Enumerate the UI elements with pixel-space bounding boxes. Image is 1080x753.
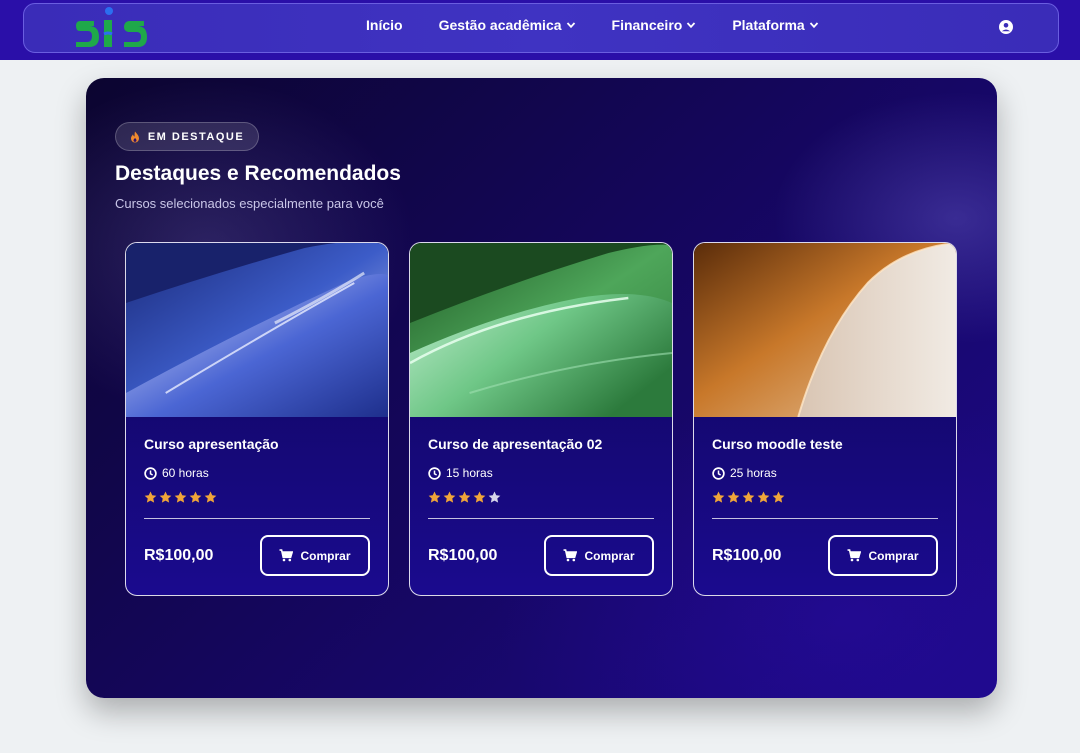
star-empty-icon: [488, 491, 501, 503]
buy-button-label: Comprar: [584, 548, 635, 563]
star-filled-icon: [204, 491, 217, 503]
star-filled-icon: [144, 491, 157, 503]
course-rating: [428, 491, 654, 504]
course-card-body: Curso de apresentação 02 15 horas R$100,…: [428, 436, 654, 576]
star-filled-icon: [458, 491, 471, 503]
nav-inicio[interactable]: Início: [366, 17, 403, 33]
course-card-body: Curso moodle teste 25 horas R$100,00 Com…: [712, 436, 938, 576]
course-rating: [712, 491, 938, 504]
star-filled-icon: [757, 491, 770, 503]
course-price: R$100,00: [712, 546, 782, 564]
nav-financeiro[interactable]: Financeiro: [612, 17, 697, 33]
course-card[interactable]: Curso apresentação 60 horas R$100,00 Com…: [125, 242, 389, 596]
buy-button[interactable]: Comprar: [544, 535, 654, 576]
buy-button[interactable]: Comprar: [260, 535, 370, 576]
top-bar: Início Gestão acadêmica Financeiro Plata…: [0, 0, 1080, 60]
course-thumbnail: [410, 243, 672, 417]
course-hours-text: 15 horas: [446, 466, 493, 480]
course-hours-text: 60 horas: [162, 466, 209, 480]
course-thumbnail: [694, 243, 956, 417]
nav-plataforma[interactable]: Plataforma: [732, 17, 818, 33]
cart-icon: [847, 549, 862, 562]
star-filled-icon: [712, 491, 725, 503]
buy-button-label: Comprar: [868, 548, 919, 563]
nav-gestao-label: Gestão acadêmica: [438, 17, 562, 33]
card-divider: [712, 518, 938, 519]
nav-financeiro-label: Financeiro: [611, 17, 683, 33]
sis-logo[interactable]: [74, 4, 148, 50]
clock-icon: [428, 466, 441, 480]
cart-icon: [563, 549, 578, 562]
course-duration: 60 horas: [144, 466, 370, 480]
star-filled-icon: [443, 491, 456, 503]
clock-icon: [712, 466, 725, 480]
price-row: R$100,00 Comprar: [712, 535, 938, 576]
star-filled-icon: [473, 491, 486, 503]
featured-badge: EM DESTAQUE: [115, 122, 259, 151]
chevron-down-icon: [809, 22, 818, 29]
course-title[interactable]: Curso de apresentação 02: [428, 436, 654, 452]
card-divider: [144, 518, 370, 519]
nav-plataforma-label: Plataforma: [732, 17, 805, 33]
user-icon[interactable]: [999, 20, 1013, 34]
course-list: Curso apresentação 60 horas R$100,00 Com…: [125, 242, 957, 596]
cart-icon: [279, 549, 294, 562]
star-filled-icon: [159, 491, 172, 503]
nav-inicio-label: Início: [366, 17, 403, 33]
section-subtitle: Cursos selecionados especialmente para v…: [115, 196, 384, 211]
section-title: Destaques e Recomendados: [115, 162, 401, 185]
star-filled-icon: [428, 491, 441, 503]
fire-icon: [130, 131, 139, 142]
star-filled-icon: [727, 491, 740, 503]
star-filled-icon: [174, 491, 187, 503]
chevron-down-icon: [687, 22, 696, 29]
star-filled-icon: [772, 491, 785, 503]
course-title[interactable]: Curso moodle teste: [712, 436, 938, 452]
star-filled-icon: [189, 491, 202, 503]
course-rating: [144, 491, 370, 504]
course-card[interactable]: Curso de apresentação 02 15 horas R$100,…: [409, 242, 673, 596]
course-duration: 15 horas: [428, 466, 654, 480]
price-row: R$100,00 Comprar: [144, 535, 370, 576]
course-title[interactable]: Curso apresentação: [144, 436, 370, 452]
nav-links: Início Gestão acadêmica Financeiro Plata…: [366, 17, 819, 33]
course-price: R$100,00: [144, 546, 214, 564]
buy-button-label: Comprar: [300, 548, 351, 563]
course-card-body: Curso apresentação 60 horas R$100,00 Com…: [144, 436, 370, 576]
star-filled-icon: [742, 491, 755, 503]
card-divider: [428, 518, 654, 519]
course-card[interactable]: Curso moodle teste 25 horas R$100,00 Com…: [693, 242, 957, 596]
price-row: R$100,00 Comprar: [428, 535, 654, 576]
chevron-down-icon: [566, 22, 575, 29]
course-price: R$100,00: [428, 546, 498, 564]
featured-badge-label: EM DESTAQUE: [147, 130, 245, 143]
course-duration: 25 horas: [712, 466, 938, 480]
course-hours-text: 25 horas: [730, 466, 777, 480]
nav-gestao-academica[interactable]: Gestão acadêmica: [439, 17, 576, 33]
course-thumbnail: [126, 243, 388, 417]
buy-button[interactable]: Comprar: [828, 535, 938, 576]
clock-icon: [144, 466, 157, 480]
featured-section: EM DESTAQUE Destaques e Recomendados Cur…: [86, 78, 997, 698]
